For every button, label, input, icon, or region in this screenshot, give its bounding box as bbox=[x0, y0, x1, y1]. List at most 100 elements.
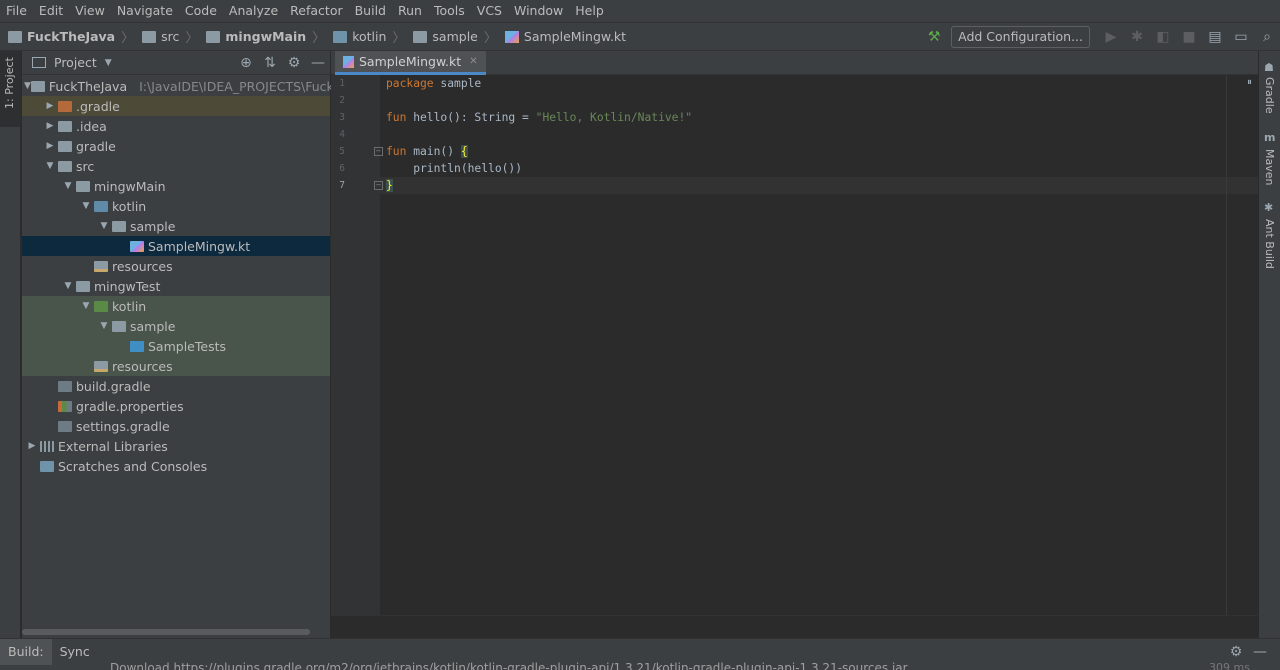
tree-item[interactable]: ▼ mingwMain bbox=[22, 176, 330, 196]
tree-item-label: SampleTests bbox=[148, 338, 226, 354]
line-number: 2 bbox=[339, 95, 345, 106]
project-panel: Project ▼ ⊕ ⇅ ⚙ — ▼ FuckTheJava I:\JavaIDE… bbox=[22, 51, 361, 638]
close-icon[interactable]: ✕ bbox=[469, 56, 477, 67]
chevron-right-icon[interactable]: ▶ bbox=[42, 141, 58, 151]
chevron-down-icon[interactable]: ▼ bbox=[42, 161, 58, 171]
breadcrumb-label: sample bbox=[432, 29, 478, 44]
line-number: 4 bbox=[339, 129, 345, 140]
tree-item-icon bbox=[94, 260, 108, 272]
menu-vcs[interactable]: VCS bbox=[471, 0, 508, 22]
tree-item-label: resources bbox=[112, 258, 173, 274]
tree-item[interactable]: ▶settings.gradle bbox=[22, 416, 330, 436]
terminal-icon[interactable]: ▭ bbox=[1228, 24, 1254, 50]
collapse-all-icon[interactable]: ⇅ bbox=[258, 55, 282, 71]
menu-file[interactable]: File bbox=[0, 0, 33, 22]
tree-item[interactable]: ▶gradle.properties bbox=[22, 396, 330, 416]
settings-gear-icon[interactable]: ⚙ bbox=[1224, 644, 1248, 660]
tree-item[interactable]: ▶resources bbox=[22, 256, 330, 276]
project-structure-icon[interactable]: ▤ bbox=[1202, 24, 1228, 50]
menu-view[interactable]: View bbox=[69, 0, 111, 22]
breadcrumb-item[interactable]: sample 〉 bbox=[405, 23, 497, 50]
breadcrumb-item[interactable]: mingwMain 〉 bbox=[198, 23, 325, 50]
hide-panel-icon[interactable]: — bbox=[1248, 644, 1272, 660]
tree-item[interactable]: ▶ .idea bbox=[22, 116, 330, 136]
tree-item-label: External Libraries bbox=[58, 438, 168, 454]
run-icon[interactable]: ▶ bbox=[1098, 24, 1124, 50]
chevron-down-icon[interactable]: ▼ bbox=[96, 221, 112, 231]
editor-tab-bar: SampleMingw.kt ✕ bbox=[331, 51, 1280, 75]
hide-panel-icon[interactable]: — bbox=[306, 55, 330, 71]
tree-item[interactable]: ▼ kotlin bbox=[22, 296, 330, 316]
code-line-1: package sample bbox=[386, 77, 482, 90]
tree-item[interactable]: ▶ External Libraries bbox=[22, 436, 330, 456]
stop-icon[interactable]: ■ bbox=[1176, 24, 1202, 50]
menu-edit[interactable]: Edit bbox=[33, 0, 69, 22]
fold-marker-icon[interactable]: − bbox=[374, 181, 383, 190]
breadcrumb-label: kotlin bbox=[352, 29, 387, 44]
settings-gear-icon[interactable]: ⚙ bbox=[282, 55, 306, 71]
project-tool-tab[interactable]: 1: Project bbox=[0, 51, 21, 127]
gradle-tool-tab[interactable]: ☗ Gradle bbox=[1259, 61, 1280, 125]
chevron-down-icon[interactable]: ▼ bbox=[105, 58, 112, 68]
menu-tools[interactable]: Tools bbox=[428, 0, 471, 22]
editor-gutter: 1 2 3 4 5 6 7 bbox=[331, 75, 380, 615]
chevron-down-icon[interactable]: ▼ bbox=[78, 201, 94, 211]
search-icon[interactable]: ⌕ bbox=[1254, 24, 1280, 50]
tree-item[interactable]: ▶Scratches and Consoles bbox=[22, 456, 330, 476]
tree-item-label: kotlin bbox=[112, 198, 147, 214]
tree-item[interactable]: ▶SampleTests bbox=[22, 336, 330, 356]
menu-build[interactable]: Build bbox=[349, 0, 392, 22]
tree-item[interactable]: ▼ src bbox=[22, 156, 330, 176]
menu-window[interactable]: Window bbox=[508, 0, 569, 22]
menu-code[interactable]: Code bbox=[179, 0, 223, 22]
tab-sync[interactable]: Sync bbox=[52, 639, 98, 665]
debug-icon[interactable]: ✱ bbox=[1124, 24, 1150, 50]
project-view-selector[interactable]: Project bbox=[54, 55, 97, 70]
tree-item[interactable]: ▼ mingwTest bbox=[22, 276, 330, 296]
coverage-icon[interactable]: ◧ bbox=[1150, 24, 1176, 50]
tree-item-label: mingwTest bbox=[94, 278, 161, 294]
chevron-right-icon[interactable]: ▶ bbox=[42, 101, 58, 111]
chevron-down-icon[interactable]: ▼ bbox=[24, 81, 31, 91]
breadcrumb-item[interactable]: kotlin 〉 bbox=[325, 23, 405, 50]
chevron-down-icon[interactable]: ▼ bbox=[78, 301, 94, 311]
tree-item-icon bbox=[58, 380, 72, 392]
tree-item[interactable]: ▶ .gradle bbox=[22, 96, 330, 116]
tree-item-icon bbox=[130, 240, 144, 252]
menu-navigate[interactable]: Navigate bbox=[111, 0, 179, 22]
breadcrumb-item[interactable]: FuckTheJava 〉 bbox=[0, 23, 134, 50]
menu-analyze[interactable]: Analyze bbox=[223, 0, 284, 22]
tree-item[interactable]: ▼ kotlin bbox=[22, 196, 330, 216]
build-hammer-icon[interactable]: ⚒ bbox=[921, 24, 947, 50]
breadcrumb-item[interactable]: src 〉 bbox=[134, 23, 198, 50]
chevron-down-icon[interactable]: ▼ bbox=[96, 321, 112, 331]
breadcrumb-item[interactable]: SampleMingw.kt bbox=[497, 23, 626, 50]
add-configuration-button[interactable]: Add Configuration... bbox=[951, 25, 1090, 48]
ant-build-tool-tab[interactable]: ✱ Ant Build bbox=[1259, 201, 1280, 271]
tree-item[interactable]: ▼ sample bbox=[22, 216, 330, 236]
tree-item[interactable]: ▶SampleMingw.kt bbox=[22, 236, 330, 256]
menu-run[interactable]: Run bbox=[392, 0, 428, 22]
tree-item[interactable]: ▶ gradle bbox=[22, 136, 330, 156]
chevron-down-icon[interactable]: ▼ bbox=[60, 181, 76, 191]
chevron-down-icon[interactable]: ▼ bbox=[60, 281, 76, 291]
project-tool-tab-label: 1: Project bbox=[3, 57, 16, 109]
locate-file-icon[interactable]: ⊕ bbox=[234, 55, 258, 71]
menu-help[interactable]: Help bbox=[569, 0, 610, 22]
tree-item[interactable]: ▶resources bbox=[22, 356, 330, 376]
chevron-right-icon[interactable]: ▶ bbox=[42, 121, 58, 131]
tree-item[interactable]: ▶build.gradle bbox=[22, 376, 330, 396]
horizontal-scrollbar[interactable] bbox=[22, 629, 310, 635]
editor-tab-samplemingw[interactable]: SampleMingw.kt ✕ bbox=[335, 51, 486, 75]
tree-item[interactable]: ▼ FuckTheJava I:\JavaIDE\IDEA_PROJECTS\Fuc… bbox=[22, 76, 361, 96]
tree-item-icon bbox=[94, 360, 108, 372]
code-editor[interactable]: 1 2 3 4 5 6 7 − − package sample fun hello(): … bbox=[331, 75, 1258, 615]
code-line-5: fun main() { bbox=[386, 145, 468, 158]
menu-refactor[interactable]: Refactor bbox=[284, 0, 348, 22]
chevron-right-icon[interactable]: ▶ bbox=[24, 441, 40, 451]
project-panel-header: Project ▼ ⊕ ⇅ ⚙ — bbox=[22, 51, 330, 75]
tree-item[interactable]: ▼ sample bbox=[22, 316, 330, 336]
maven-tool-tab[interactable]: m Maven bbox=[1259, 131, 1280, 191]
fold-marker-icon[interactable]: − bbox=[374, 147, 383, 156]
inspection-widget-icon[interactable]: ⏸ bbox=[1247, 77, 1252, 88]
